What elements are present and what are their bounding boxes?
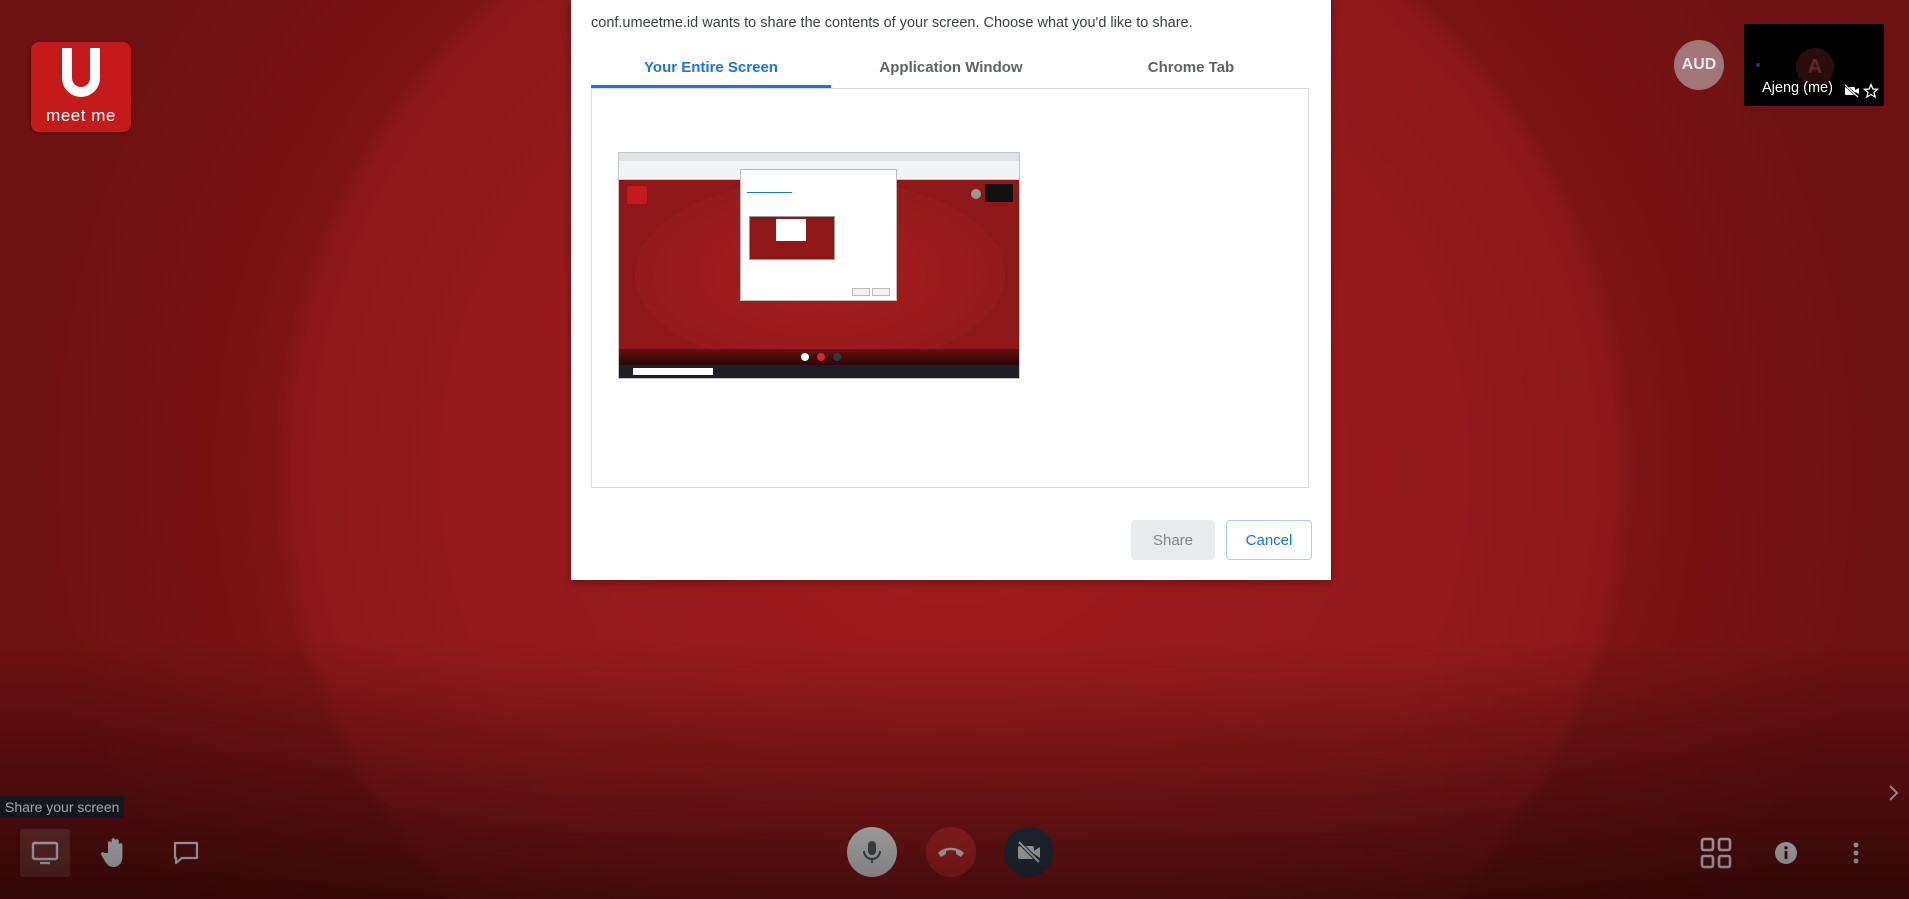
hangup-icon <box>938 847 964 857</box>
dialog-description: conf.umeetme.id wants to share the conte… <box>591 15 1193 31</box>
thumbnail-avatar <box>971 189 981 199</box>
hangup-button[interactable] <box>926 827 976 877</box>
chevron-right-icon[interactable] <box>1884 780 1904 806</box>
source-list-panel <box>591 88 1309 488</box>
thumbnail-taskbar <box>619 365 1019 378</box>
share-source-tabs: Your Entire Screen Application Window Ch… <box>591 52 1311 88</box>
self-name-label: Ajeng (me) <box>1762 80 1833 96</box>
thumbnail-dialog <box>740 169 897 301</box>
thumbnail-tab-underline <box>747 192 792 193</box>
thumbnail-share-btn <box>852 288 870 296</box>
thumbnail-self-tile <box>985 184 1013 202</box>
more-icon <box>1853 842 1859 864</box>
tab-entire-screen[interactable]: Your Entire Screen <box>591 52 831 88</box>
camera-button[interactable] <box>1004 827 1054 877</box>
chat-icon <box>173 841 199 865</box>
raise-hand-icon <box>101 838 123 867</box>
camera-off-icon <box>1017 840 1041 864</box>
share-screen-button[interactable] <box>20 829 70 877</box>
cancel-button[interactable]: Cancel <box>1226 520 1312 560</box>
chat-button[interactable] <box>166 829 206 877</box>
umeetme-logo[interactable]: meet me <box>31 42 131 132</box>
more-actions-button[interactable] <box>1843 832 1869 874</box>
thumbnail-cancel-btn <box>872 288 890 296</box>
raise-hand-button[interactable] <box>95 829 135 877</box>
screen-thumbnail[interactable] <box>618 152 1020 379</box>
tile-view-icon <box>1700 837 1732 869</box>
screen-share-icon <box>31 841 59 865</box>
camera-muted-icon <box>1844 84 1859 98</box>
thumbnail-browser-tabs <box>619 153 1019 161</box>
tab-application-window[interactable]: Application Window <box>831 52 1071 88</box>
thumbnail-logo <box>627 186 647 204</box>
info-icon <box>1775 842 1797 864</box>
microphone-icon <box>863 841 881 863</box>
conference-stage: meet me conf.umeetme.id wants to share t… <box>0 0 1909 899</box>
connection-indicator <box>1756 63 1760 67</box>
audio-participant-avatar[interactable]: AUD <box>1674 40 1724 90</box>
share-screen-tooltip: Share your screen <box>0 796 125 818</box>
info-button[interactable] <box>1770 832 1802 874</box>
thumbnail-cam-dot <box>833 353 841 361</box>
screen-share-dialog: conf.umeetme.id wants to share the conte… <box>571 0 1331 580</box>
microphone-button[interactable] <box>847 827 897 877</box>
thumbnail-mic-dot <box>801 353 809 361</box>
tile-view-button[interactable] <box>1696 832 1736 874</box>
thumbnail-nested-preview <box>749 216 835 260</box>
self-video-tile[interactable]: A Ajeng (me) <box>1744 24 1884 106</box>
logo-text: meet me <box>46 106 116 125</box>
thumbnail-toolbar <box>619 349 1019 365</box>
star-icon[interactable] <box>1863 83 1879 99</box>
share-button[interactable]: Share <box>1131 520 1215 560</box>
tab-chrome-tab[interactable]: Chrome Tab <box>1071 52 1311 88</box>
u-logo-icon <box>62 48 100 97</box>
thumbnail-hangup-dot <box>817 353 825 361</box>
